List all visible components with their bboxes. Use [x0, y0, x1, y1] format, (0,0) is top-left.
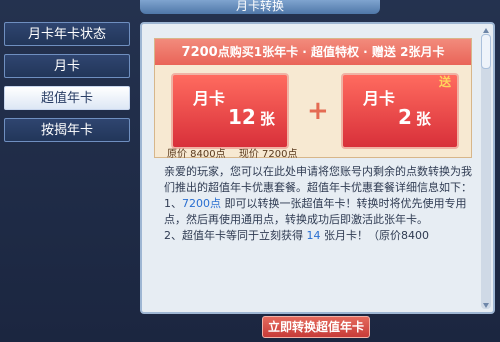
item1-points: 7200点 — [182, 197, 221, 210]
banner-headline-text: 点购买1张年卡 · 超值特权 · 赠送 2张月卡 — [217, 45, 445, 59]
card2-count: 2 — [398, 105, 412, 129]
description-paragraph: 亲爱的玩家，您可以在此处申请将您账号内剩余的点数转换为我们推出的超值年卡优惠套餐… — [164, 165, 472, 194]
price-row: 原价 8400点 现价 7200点 — [167, 145, 297, 160]
sidebar-item-mortgage-annual-card[interactable]: 按揭年卡 — [4, 118, 130, 142]
card1-unit: 张 — [259, 110, 275, 128]
original-price: 原价 8400点 — [167, 149, 226, 160]
window: 月卡转换 月卡年卡状态 月卡 超值年卡 按揭年卡 7200点购买1张年卡 · 超… — [0, 0, 500, 342]
card-monthly-12: 月卡 12 张 — [171, 73, 289, 149]
item2-count: 14 — [306, 229, 321, 242]
description: 亲爱的玩家，您可以在此处申请将您账号内剩余的点数转换为我们推出的超值年卡优惠套餐… — [164, 164, 479, 244]
gift-tag: 送 — [438, 75, 451, 89]
description-item-2: 2、超值年卡等同于立刻获得 14 张月卡！（原价8400 — [164, 228, 479, 244]
card2-unit: 张 — [415, 110, 431, 128]
banner-headline: 7200点购买1张年卡 · 超值特权 · 赠送 2张月卡 — [155, 39, 471, 65]
scroll-up-icon[interactable] — [483, 28, 489, 33]
sidebar: 月卡年卡状态 月卡 超值年卡 按揭年卡 — [4, 22, 130, 150]
card2-count-wrap: 2张 — [398, 105, 431, 129]
card-monthly-2: 送 月卡 2张 — [341, 73, 459, 149]
item2-prefix: 2、超值年卡等同于立刻获得 — [164, 229, 307, 242]
current-price: 现价 7200点 — [238, 149, 298, 160]
window-title: 月卡转换 — [140, 0, 380, 14]
convert-annual-card-button[interactable]: 立即转换超值年卡 — [262, 316, 370, 338]
card2-title: 月卡 — [363, 89, 396, 108]
card1-count: 12 — [228, 105, 256, 129]
sidebar-item-monthly-annual-status[interactable]: 月卡年卡状态 — [4, 22, 130, 46]
plus-icon: + — [307, 96, 329, 126]
scrollbar-track[interactable] — [481, 34, 491, 309]
description-item-1: 1、7200点 即可以转换一张超值年卡！转换时将优先使用专用点，然后再使用通用点… — [164, 196, 479, 228]
card1-title: 月卡 — [193, 89, 226, 108]
sidebar-item-value-annual-card[interactable]: 超值年卡 — [4, 86, 130, 110]
card1-count-wrap: 12 张 — [228, 105, 275, 129]
sidebar-item-monthly-card[interactable]: 月卡 — [4, 54, 130, 78]
content-panel: 7200点购买1张年卡 · 超值特权 · 赠送 2张月卡 月卡 12 张 + 送 … — [140, 22, 495, 314]
offer-banner: 7200点购买1张年卡 · 超值特权 · 赠送 2张月卡 月卡 12 张 + 送 … — [154, 38, 472, 160]
scrollbar-thumb[interactable] — [481, 34, 491, 69]
banner-headline-points: 7200 — [181, 45, 218, 60]
item1-prefix: 1、 — [164, 197, 182, 210]
scroll-down-icon[interactable] — [483, 303, 489, 308]
item2-text: 张月卡！（原价8400 — [320, 229, 429, 242]
